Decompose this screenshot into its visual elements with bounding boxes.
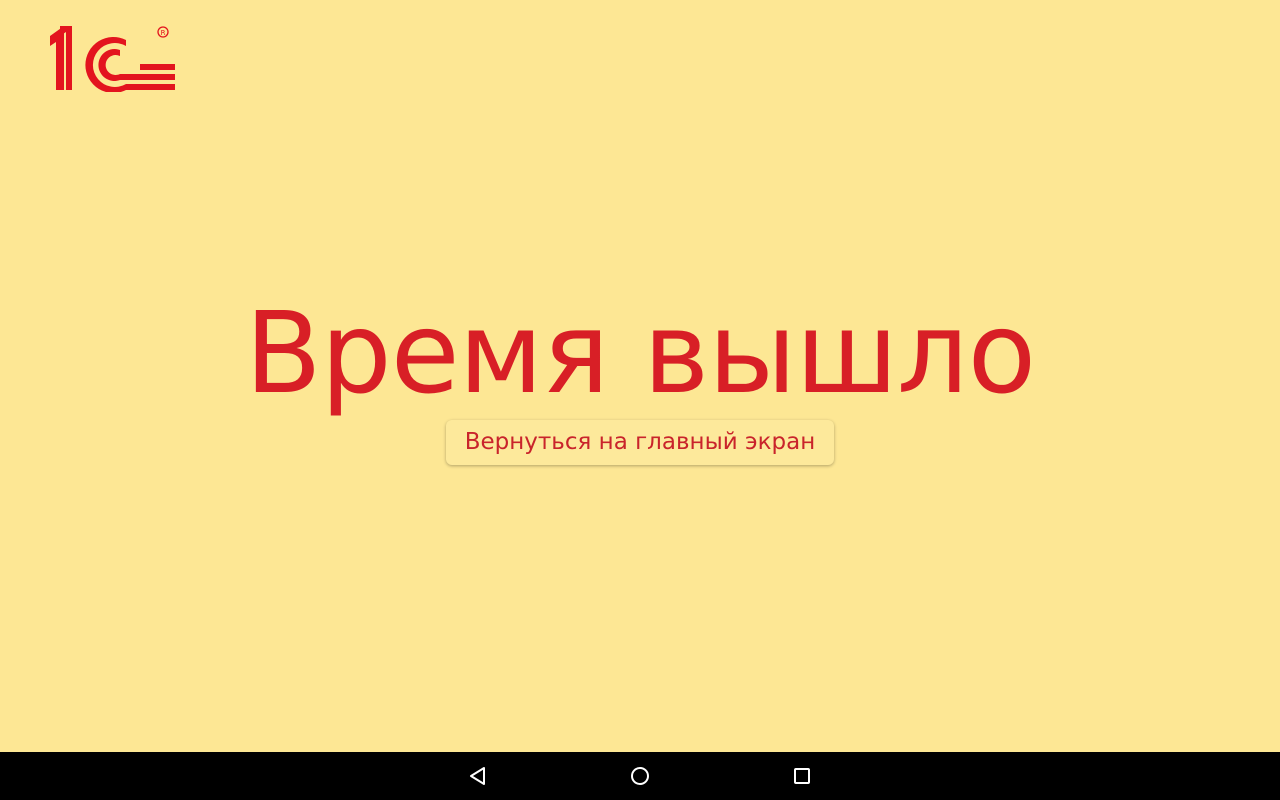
android-navigation-bar xyxy=(0,752,1280,800)
return-home-button[interactable]: Вернуться на главный экран xyxy=(446,420,834,465)
recents-square-icon[interactable] xyxy=(790,764,814,788)
back-icon[interactable] xyxy=(466,764,490,788)
home-circle-icon[interactable] xyxy=(628,764,652,788)
svg-text:R: R xyxy=(161,29,166,37)
time-expired-heading: Время вышло xyxy=(244,289,1036,419)
1c-logo: R xyxy=(50,26,178,93)
app-area: R Время вышло Вернуться на главный экран xyxy=(0,0,1280,752)
screen: R Время вышло Вернуться на главный экран xyxy=(0,0,1280,800)
